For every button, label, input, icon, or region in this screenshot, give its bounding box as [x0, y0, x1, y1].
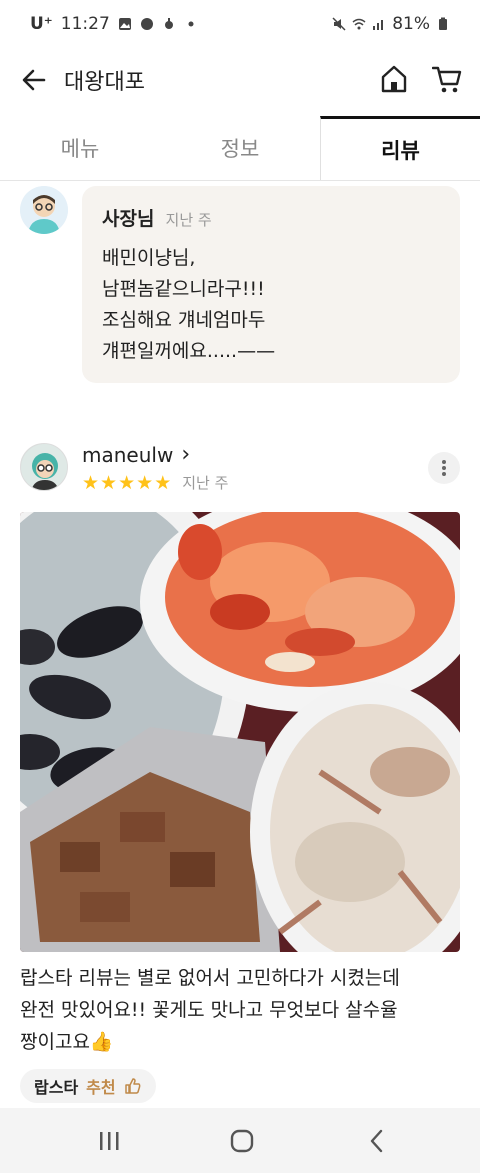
reviewer-avatar-illustration [21, 444, 67, 490]
owner-reply-line: 걔편일꺼에요.....—— [102, 340, 276, 362]
messenger-icon [140, 18, 153, 30]
review-text: 랍스타 리뷰는 별로 없어서 고민하다가 시켰는데 완전 맛있어요!! 꽃게도 … [20, 962, 460, 1058]
star-icon: ★ [136, 471, 154, 494]
status-bar: U⁺ 11:27 81% [0, 0, 480, 50]
status-right: 81% [332, 14, 450, 34]
chevron-right-icon: › [181, 442, 191, 467]
more-vertical-icon [442, 460, 446, 476]
back-button-icon[interactable] [364, 1128, 390, 1154]
clock: 11:27 [60, 14, 110, 34]
mute-icon [332, 17, 346, 31]
page-title: 대왕대포 [64, 70, 145, 95]
notification-icon [164, 18, 173, 29]
owner-reply-bubble: 사장님 지난 주 배민이냥님, 남편놈같으니라구!!! 조심해요 걔네엄마두 걔… [82, 186, 460, 383]
home-button-icon[interactable] [229, 1128, 255, 1154]
status-left: U⁺ 11:27 [30, 14, 198, 34]
reviewer-avatar[interactable] [20, 443, 68, 491]
tab-info[interactable]: 정보 [160, 116, 320, 180]
gallery-icon [118, 18, 131, 30]
tab-menu[interactable]: 메뉴 [0, 116, 160, 180]
tab-bar: 메뉴 정보 리뷰 [0, 116, 480, 181]
reviewer-name: maneulw [82, 442, 174, 467]
owner-reply-time: 지난 주 [165, 211, 212, 229]
review-photo[interactable] [20, 512, 460, 952]
cart-icon[interactable] [432, 64, 462, 94]
recommend-chip[interactable]: 랍스타 추천 [20, 1069, 156, 1103]
star-icon: ★ [82, 471, 100, 494]
owner-avatar-illustration [20, 186, 68, 234]
review-text-line: 랍스타 리뷰는 별로 없어서 고민하다가 시켰는데 [20, 967, 400, 989]
food-photo-illustration [20, 512, 460, 952]
home-icon[interactable] [380, 64, 408, 94]
wifi-icon [352, 18, 366, 30]
thumbs-up-icon [124, 1078, 141, 1094]
owner-reply-line: 배민이냥님, [102, 247, 196, 269]
tab-reviews[interactable]: 리뷰 [320, 116, 480, 180]
owner-avatar [20, 186, 68, 234]
star-icon: ★ [100, 471, 118, 494]
review-text-line: 완전 맛있어요!! 꽃게도 맛나고 무엇보다 살수율 [20, 999, 398, 1021]
recommended-item: 랍스타 [34, 1078, 79, 1097]
star-icon: ★ [154, 471, 172, 494]
review-text-line: 짱이고요 [20, 1031, 90, 1053]
owner-reply-line: 남편놈같으니라구!!! [102, 278, 265, 300]
back-arrow-icon[interactable] [20, 66, 48, 94]
rating-stars: ★ ★ ★ ★ ★ 지난 주 [82, 472, 228, 493]
reviewer-name-link[interactable]: maneulw › [82, 442, 190, 467]
star-icon: ★ [118, 471, 136, 494]
battery-icon [439, 17, 447, 30]
battery-percent: 81% [392, 14, 430, 34]
signal-icon [373, 20, 384, 30]
owner-reply-header: 사장님 지난 주 [102, 204, 440, 231]
recommend-label: 추천 [86, 1078, 116, 1097]
dot-icon [188, 21, 194, 27]
owner-name: 사장님 [102, 208, 155, 230]
system-nav-bar [0, 1108, 480, 1173]
more-options-button[interactable] [428, 452, 460, 484]
review-time: 지난 주 [182, 474, 229, 492]
owner-reply-text: 배민이냥님, 남편놈같으니라구!!! 조심해요 걔네엄마두 걔편일꺼에요....… [102, 243, 440, 367]
review-text-line-last: 짱이고요👍 [20, 1026, 460, 1058]
carrier-label: U⁺ [30, 14, 53, 34]
recent-apps-icon[interactable] [96, 1128, 122, 1154]
owner-reply-line: 조심해요 걔네엄마두 [102, 309, 266, 331]
app-header: 대왕대포 [0, 50, 480, 110]
thumbs-up-emoji: 👍 [89, 1031, 114, 1053]
